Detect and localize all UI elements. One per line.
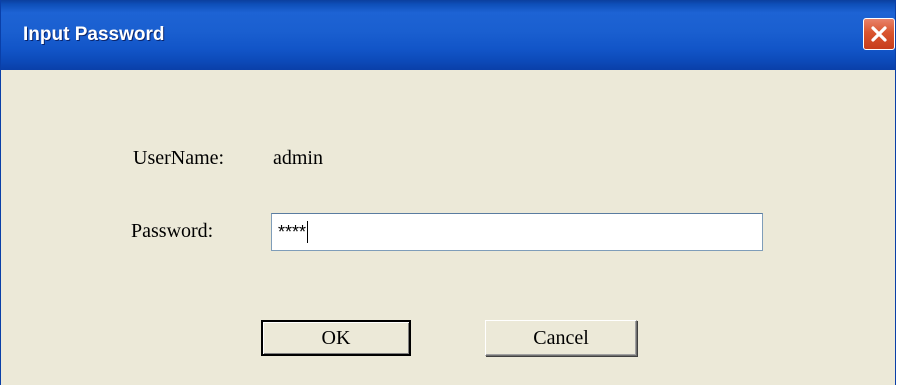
dialog-title: Input Password [23,24,165,45]
close-icon [871,26,887,42]
title-bar[interactable]: Input Password [1,0,895,70]
username-value: admin [273,147,323,169]
ok-button[interactable]: OK [261,320,411,356]
close-button[interactable] [863,18,895,50]
dialog-body: UserName: admin Password: **** OK Cancel [1,70,895,385]
password-masked-value: **** [278,221,307,242]
username-label: UserName: [133,147,225,169]
text-caret [307,221,309,243]
cancel-button[interactable]: Cancel [485,320,637,356]
password-label: Password: [131,220,214,242]
password-field[interactable]: **** [271,213,763,251]
input-password-dialog: Input Password UserName: admin Password:… [0,0,896,385]
